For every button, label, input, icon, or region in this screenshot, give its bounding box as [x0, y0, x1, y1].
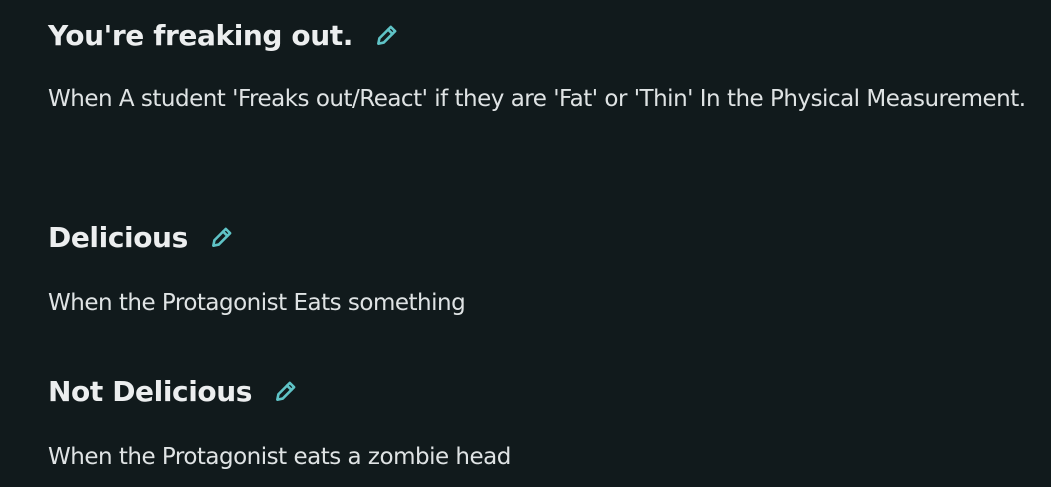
edit-button[interactable] — [270, 375, 302, 407]
entry-description: When the Protagonist eats a zombie head — [48, 444, 511, 470]
pencil-icon — [211, 227, 232, 247]
entry-title: You're freaking out. — [48, 18, 354, 52]
entry-header: Delicious — [48, 216, 1028, 258]
entry-header: You're freaking out. — [48, 14, 1028, 56]
edit-button[interactable] — [371, 19, 403, 51]
entry-item: You're freaking out. When A student 'Fre… — [48, 14, 1028, 123]
pencil-icon — [276, 381, 296, 401]
entry-title: Delicious — [48, 220, 188, 254]
edit-button[interactable] — [206, 221, 238, 253]
entry-description: When the Protagonist Eats something — [48, 290, 466, 316]
entry-description: When A student 'Freaks out/React' if the… — [48, 86, 1026, 112]
entry-item: Not Delicious When the Protagonist eats … — [48, 370, 1028, 481]
entry-item: Delicious When the Protagonist Eats some… — [48, 216, 1028, 327]
entries-list: You're freaking out. When A student 'Fre… — [0, 0, 1051, 487]
entry-header: Not Delicious — [48, 370, 1028, 412]
pencil-icon — [377, 25, 397, 45]
entry-title: Not Delicious — [48, 374, 253, 408]
